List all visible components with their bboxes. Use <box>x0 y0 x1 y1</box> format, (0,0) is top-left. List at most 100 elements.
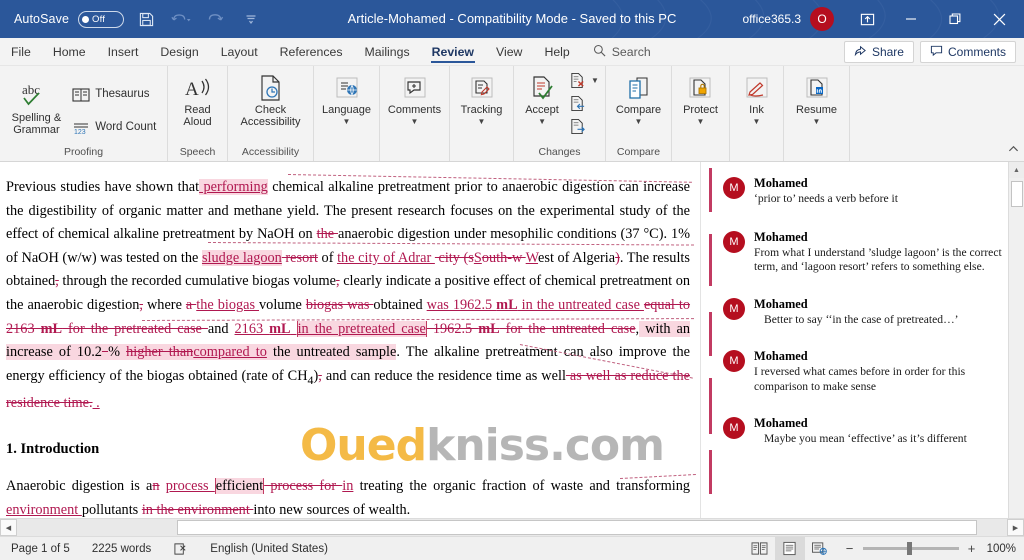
ribbon-label-compare: Compare <box>615 104 662 116</box>
zoom-slider-thumb[interactable] <box>906 542 912 555</box>
tab-help[interactable]: Help <box>533 38 580 65</box>
ribbon-button-protect[interactable]: Protect ▼ <box>678 69 723 127</box>
chevron-down-icon[interactable]: ▼ <box>635 117 643 125</box>
resume-assistant-icon <box>803 71 831 105</box>
ribbon-group-protect: Protect ▼ <box>672 66 730 161</box>
chevron-down-icon[interactable]: ▼ <box>591 77 599 85</box>
chevron-down-icon[interactable]: ▼ <box>411 117 419 125</box>
chevron-down-icon[interactable]: ▼ <box>538 117 546 125</box>
ribbon-button-check-accessibility[interactable]: Check Accessibility <box>236 69 306 130</box>
comment-text[interactable]: ‘prior to’ needs a verb before it <box>754 192 1004 207</box>
ribbon-button-compare[interactable]: Compare ▼ <box>611 69 666 127</box>
previous-change-icon[interactable] <box>564 92 590 115</box>
language-icon <box>333 71 361 105</box>
minimize-icon[interactable] <box>890 0 932 38</box>
undo-icon[interactable] <box>168 6 194 32</box>
tab-view[interactable]: View <box>485 38 533 65</box>
chevron-down-icon[interactable]: ▼ <box>478 117 486 125</box>
comment-card[interactable]: M Mohamed Better to say ‘‘in the case of… <box>723 297 1004 328</box>
tab-home[interactable]: Home <box>42 38 97 65</box>
comment-text[interactable]: I reversed what cames before in order fo… <box>754 365 1004 394</box>
horizontal-scrollbar-thumb[interactable] <box>177 520 977 535</box>
ribbon-button-word-count[interactable]: 123 Word Count <box>68 115 160 141</box>
comments-pane[interactable]: M Mohamed ‘prior to’ needs a verb before… <box>700 162 1024 518</box>
ribbon-button-ink[interactable]: Ink ▼ <box>735 69 779 127</box>
chevron-down-icon[interactable]: ▼ <box>697 117 705 125</box>
tab-file[interactable]: File <box>0 38 42 65</box>
vertical-scrollbar-thumb[interactable] <box>1010 181 1023 207</box>
print-layout-icon[interactable] <box>774 536 805 560</box>
scroll-up-icon[interactable]: ▲ <box>1008 162 1024 178</box>
zoom-in-button[interactable]: + <box>966 541 978 556</box>
page-indicator[interactable]: Page 1 of 5 <box>0 543 81 555</box>
web-layout-icon[interactable] <box>805 537 835 560</box>
comment-card[interactable]: M Mohamed I reversed what cames before i… <box>723 349 1004 394</box>
tab-review[interactable]: Review <box>421 38 485 65</box>
comment-text[interactable]: Better to say ‘‘in the case of pretreate… <box>754 313 1004 328</box>
ribbon-button-spelling-grammar[interactable]: abc Spelling & Grammar <box>7 77 67 138</box>
zoom-level-indicator[interactable]: 100% <box>987 543 1024 555</box>
proofing-errors-icon[interactable] <box>162 542 199 556</box>
word-count-indicator[interactable]: 2225 words <box>81 543 162 555</box>
zoom-slider[interactable] <box>862 542 959 555</box>
customize-quick-access-icon[interactable] <box>238 6 264 32</box>
comment-text[interactable]: Maybe you mean ‘effective’ as it’s diffe… <box>754 432 1004 447</box>
comment-card[interactable]: M Mohamed Maybe you mean ‘effective’ as … <box>723 416 1004 447</box>
horizontal-scrollbar-track[interactable] <box>17 519 1007 536</box>
read-mode-icon[interactable] <box>745 537 775 560</box>
share-button[interactable]: Share <box>843 40 914 63</box>
ribbon-button-resume[interactable]: Resume ▼ <box>791 69 842 127</box>
ribbon-button-read-aloud[interactable]: A Read Aloud <box>176 69 220 130</box>
revision-deletion: the <box>316 226 338 243</box>
horizontal-scrollbar[interactable]: ◀ ▶ <box>0 518 1024 536</box>
ribbon-button-language[interactable]: Language ▼ <box>317 69 376 127</box>
ribbon-group-title-proofing: Proofing <box>63 146 104 158</box>
scroll-right-icon[interactable]: ▶ <box>1007 519 1024 536</box>
paragraph-introduction[interactable]: Anaerobic digestion is an process effici… <box>6 475 690 518</box>
close-icon[interactable] <box>978 0 1020 38</box>
ribbon-display-options-icon[interactable] <box>846 0 888 38</box>
tab-mailings[interactable]: Mailings <box>354 38 421 65</box>
ribbon-group-speech: A Read Aloud Speech <box>168 66 228 161</box>
reject-change-icon[interactable] <box>564 69 590 92</box>
chevron-down-icon[interactable]: ▼ <box>343 117 351 125</box>
document-canvas[interactable]: Previous studies have shown that perform… <box>0 162 700 518</box>
restore-icon[interactable] <box>934 0 976 38</box>
autosave-toggle[interactable]: Off <box>78 10 125 28</box>
tab-layout[interactable]: Layout <box>210 38 269 65</box>
avatar[interactable]: O <box>810 7 834 31</box>
revision-deletion: , <box>55 273 59 290</box>
revision-insertion: compared to <box>193 344 267 361</box>
language-indicator[interactable]: English (United States) <box>199 543 339 555</box>
paragraph-abstract[interactable]: Previous studies have shown that perform… <box>6 176 691 416</box>
zoom-out-button[interactable]: − <box>844 541 856 556</box>
search-input[interactable]: Search <box>581 38 661 65</box>
comment-anchor-bar <box>709 168 712 212</box>
scroll-left-icon[interactable]: ◀ <box>0 519 17 536</box>
next-change-icon[interactable] <box>564 115 590 138</box>
document-body[interactable]: Previous studies have shown that perform… <box>6 176 691 518</box>
comments-button[interactable]: Comments <box>919 40 1016 63</box>
ribbon-button-accept[interactable]: Accept ▼ <box>520 69 564 127</box>
revision-insertion: in <box>342 478 354 495</box>
tab-design[interactable]: Design <box>149 38 209 65</box>
section-heading[interactable]: 1. Introduction <box>6 438 690 462</box>
collapse-ribbon-icon[interactable] <box>1008 144 1019 158</box>
save-icon[interactable] <box>133 6 159 32</box>
revision-deletion: process for <box>264 478 343 495</box>
chevron-down-icon[interactable]: ▼ <box>813 117 821 125</box>
account-name[interactable]: office365.3 <box>743 12 802 26</box>
tab-insert[interactable]: Insert <box>97 38 150 65</box>
tab-references[interactable]: References <box>269 38 354 65</box>
ribbon-button-comments[interactable]: Comments ▼ <box>383 69 446 127</box>
ribbon-button-thesaurus[interactable]: Thesaurus <box>68 82 160 108</box>
chevron-down-icon[interactable]: ▼ <box>753 117 761 125</box>
comment-card[interactable]: M Mohamed From what I understand ’sludge… <box>723 230 1004 275</box>
revision-insertion: . <box>92 395 100 412</box>
redo-icon[interactable] <box>203 6 229 32</box>
vertical-scrollbar[interactable]: ▲ <box>1008 162 1024 518</box>
ribbon-label-read-aloud: Read Aloud <box>183 104 212 128</box>
comment-card[interactable]: M Mohamed ‘prior to’ needs a verb before… <box>723 176 1004 207</box>
ribbon-button-tracking[interactable]: Tracking ▼ <box>456 69 508 127</box>
comment-text[interactable]: From what I understand ’sludge lagoon’ i… <box>754 246 1004 275</box>
